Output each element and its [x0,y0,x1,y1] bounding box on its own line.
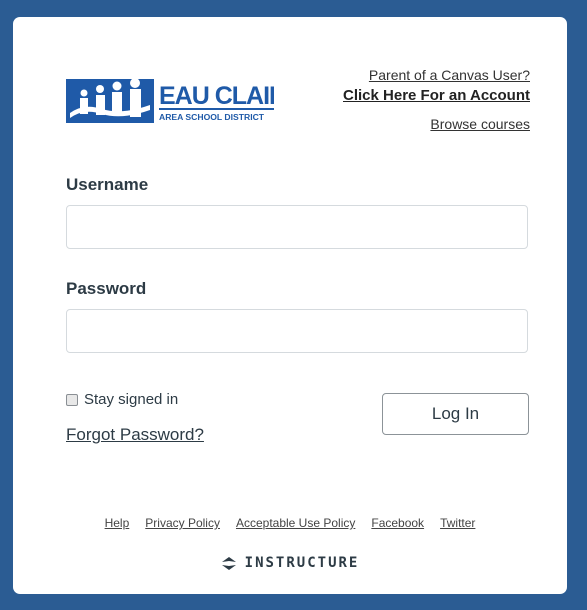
browse-courses-link[interactable]: Browse courses [430,116,530,132]
footer-link-facebook[interactable]: Facebook [371,516,424,530]
stay-signed-in-label: Stay signed in [84,391,179,408]
footer-links: Help Privacy Policy Acceptable Use Polic… [13,516,567,530]
forgot-password-link[interactable]: Forgot Password? [66,425,204,445]
footer-link-help[interactable]: Help [105,516,130,530]
login-button[interactable]: Log In [382,393,529,435]
parent-canvas-user-link[interactable]: Parent of a Canvas User? [369,67,530,83]
create-account-link[interactable]: Click Here For an Account [343,87,530,104]
username-input[interactable] [66,205,528,249]
logo-title: EAU CLAIRE [159,82,274,110]
footer-link-twitter[interactable]: Twitter [440,516,475,530]
instructure-brand[interactable]: INSTRUCTURE [13,555,567,571]
password-label: Password [66,279,147,298]
footer-link-acceptable-use-policy[interactable]: Acceptable Use Policy [236,516,355,530]
stay-signed-in-checkbox[interactable] [66,393,78,406]
instructure-logo-icon [221,556,236,570]
login-card: EAU CLAIRE AREA SCHOOL DISTRICT Parent o… [13,17,567,594]
instructure-wordmark: INSTRUCTURE [244,555,360,571]
district-logo: EAU CLAIRE AREA SCHOOL DISTRICT [66,78,274,123]
logo-subtitle: AREA SCHOOL DISTRICT [159,112,265,122]
footer-link-privacy-policy[interactable]: Privacy Policy [145,516,220,530]
password-input[interactable] [66,309,528,353]
stay-signed-in-row[interactable]: Stay signed in [66,391,178,408]
username-label: Username [66,175,149,194]
